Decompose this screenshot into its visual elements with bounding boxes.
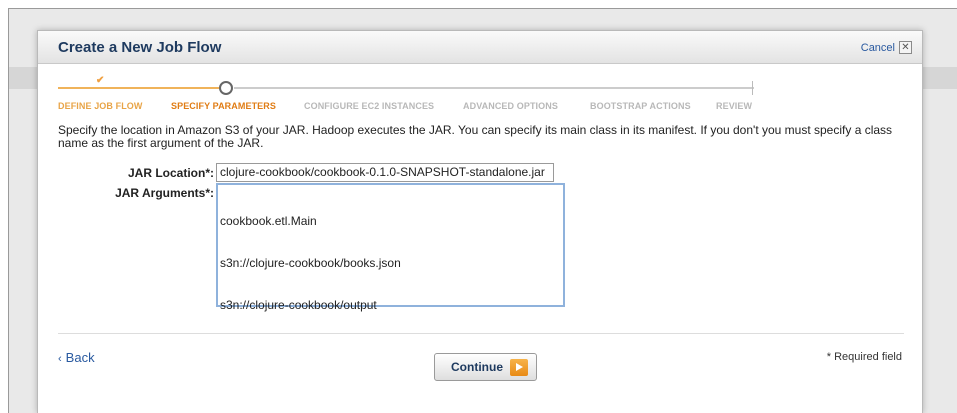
back-link[interactable]: ‹ Back (58, 350, 95, 365)
step-define-job-flow[interactable]: DEFINE JOB FLOW (58, 101, 143, 111)
footer-divider (58, 333, 904, 334)
jar-argument-line: s3n://clojure-cookbook/output (220, 298, 377, 312)
continue-label: Continue (451, 360, 503, 374)
jar-argument-line: s3n://clojure-cookbook/books.json (220, 256, 401, 270)
jar-location-label: JAR Location*: (127, 166, 214, 180)
instructions-text: Specify the location in Amazon S3 of you… (58, 123, 893, 150)
step-complete-check-icon: ✔ (96, 75, 105, 86)
jar-location-input[interactable]: clojure-cookbook/cookbook-0.1.0-SNAPSHOT… (216, 163, 554, 182)
jar-arguments-textarea[interactable]: cookbook.etl.Main s3n://clojure-cookbook… (216, 183, 565, 312)
jar-argument-line: cookbook.etl.Main (220, 214, 317, 228)
step-bootstrap-actions: BOOTSTRAP ACTIONS (590, 101, 691, 111)
step-specify-parameters: SPECIFY PARAMETERS (171, 101, 276, 111)
close-icon[interactable]: ✕ (899, 41, 912, 54)
step-review: REVIEW (716, 101, 753, 111)
cancel-control[interactable]: Cancel ✕ (861, 41, 912, 54)
progress-track-end (752, 81, 753, 95)
step-advanced-options: ADVANCED OPTIONS (463, 101, 558, 111)
wizard-progress: ✔ DEFINE JOB FLOW SPECIFY PARAMETERS CON… (38, 64, 924, 114)
play-arrow-icon (510, 359, 528, 376)
cancel-link[interactable]: Cancel (861, 42, 895, 54)
required-field-note: * Required field (826, 351, 902, 363)
dialog-header: Create a New Job Flow Cancel ✕ (38, 31, 922, 64)
back-label: Back (65, 350, 95, 365)
jar-arguments-label: JAR Arguments*: (115, 186, 214, 200)
step-configure-ec2-instances: CONFIGURE EC2 INSTANCES (304, 101, 435, 111)
progress-track-remaining (234, 87, 754, 89)
chevron-left-icon: ‹ (58, 353, 62, 365)
dialog-title: Create a New Job Flow (58, 39, 222, 56)
create-job-flow-dialog: Create a New Job Flow Cancel ✕ ✔ DEFINE … (37, 30, 923, 413)
current-step-indicator-icon (219, 81, 233, 95)
progress-track-complete (58, 87, 222, 89)
continue-button[interactable]: Continue (434, 353, 537, 381)
